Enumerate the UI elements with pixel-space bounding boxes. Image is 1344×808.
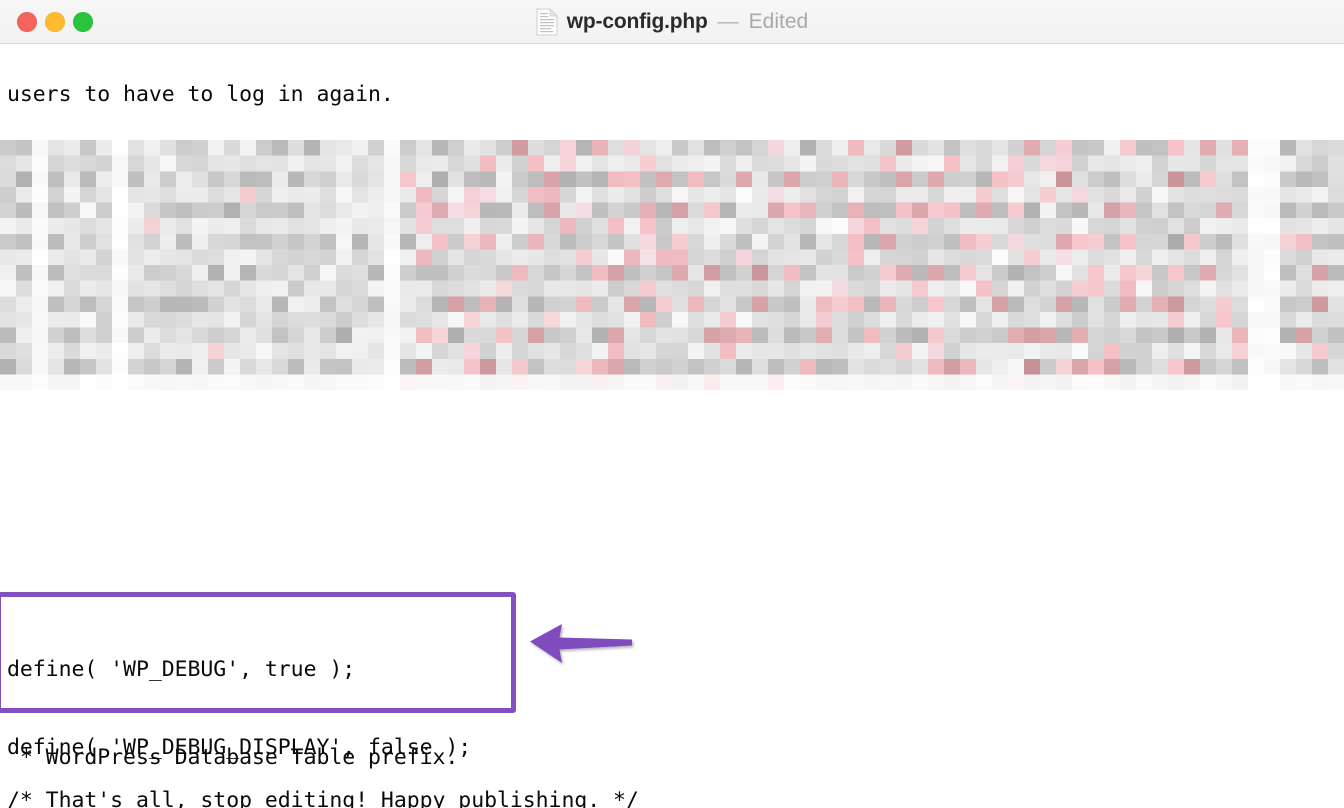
window-title-separator: — (717, 10, 739, 33)
closing-comment-line: /* That's all, stop editing! Happy publi… (7, 736, 639, 808)
window-title-group: wp-config.php — Edited (0, 0, 1344, 44)
close-window-button[interactable] (17, 12, 37, 32)
text-editor-window: wp-config.php — Edited users to have to … (0, 0, 1344, 808)
code-line: * (7, 160, 33, 185)
code-line: */ (7, 316, 46, 341)
window-title-filename: wp-config.php (566, 10, 708, 33)
left-pointing-arrow-icon (528, 620, 638, 668)
window-title-edited-state: Edited (748, 10, 809, 33)
window-controls (17, 12, 93, 32)
maximize-window-button[interactable] (73, 12, 93, 32)
document-icon (536, 8, 558, 36)
window-titlebar: wp-config.php — Edited (0, 0, 1344, 44)
code-editor-body[interactable]: users to have to log in again. * * @sinc… (0, 44, 1344, 808)
code-line: define( 'WP_DEBUG', true ); (7, 657, 356, 682)
code-line: * @since 2.6.0 (7, 238, 201, 263)
minimize-window-button[interactable] (45, 12, 65, 32)
code-line: /* That's all, stop editing! Happy publi… (7, 788, 639, 808)
code-line: users to have to log in again. (7, 82, 394, 107)
